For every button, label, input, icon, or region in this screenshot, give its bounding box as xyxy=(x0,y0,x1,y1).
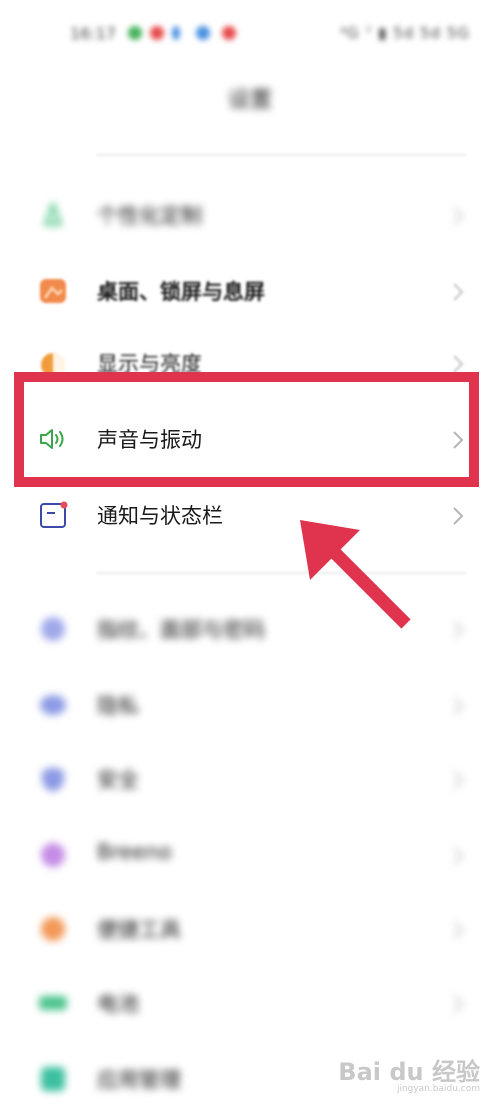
settings-item-battery[interactable]: 电池 xyxy=(0,974,500,1034)
sound-icon xyxy=(40,429,64,449)
settings-item-label: 电池 xyxy=(97,992,139,1016)
privacy-icon xyxy=(40,695,66,715)
settings-item-breeno[interactable]: Breeno xyxy=(0,826,500,886)
status-time: 16:17 xyxy=(70,24,117,43)
chevron-right-icon xyxy=(453,771,464,789)
section-divider xyxy=(96,154,466,156)
settings-item-tools[interactable]: 便捷工具 xyxy=(0,900,500,960)
notification-icon xyxy=(40,501,68,528)
settings-item-label: 安全 xyxy=(97,768,139,792)
chevron-right-icon xyxy=(453,355,464,373)
tools-icon xyxy=(41,917,65,941)
settings-item-notifications[interactable]: 通知与状态栏 xyxy=(0,486,500,546)
app-notification-icon xyxy=(196,26,210,40)
wallpaper-icon xyxy=(40,279,66,303)
settings-item-label: 桌面、锁屏与息屏 xyxy=(97,280,265,304)
chevron-right-icon xyxy=(453,921,464,939)
settings-item-label: 显示与亮度 xyxy=(97,352,202,376)
app-notification-icon xyxy=(128,26,142,40)
chevron-right-icon xyxy=(453,207,464,225)
page-title: 设置 xyxy=(227,88,272,113)
battery-icon xyxy=(39,996,67,1010)
settings-item-label: 应用管理 xyxy=(97,1068,181,1092)
settings-item-sound[interactable]: 声音与振动 xyxy=(0,410,500,470)
fingerprint-icon xyxy=(41,617,65,641)
settings-item-label: 个性化定制 xyxy=(97,204,202,228)
settings-item-label: 声音与振动 xyxy=(97,428,202,452)
chevron-right-icon xyxy=(453,507,464,525)
settings-item-label: 便捷工具 xyxy=(97,918,181,942)
settings-item-wallpaper[interactable]: 桌面、锁屏与息屏 xyxy=(0,262,500,322)
watermark: Bai du 经验 jingyan.baidu.com xyxy=(338,1057,480,1095)
watermark-logo: Bai du 经验 xyxy=(338,1057,480,1086)
chevron-right-icon xyxy=(453,431,464,449)
chevron-right-icon xyxy=(453,283,464,301)
status-indicators: ⁴G ⁷ ▮ 5d 5d 5G xyxy=(339,24,470,42)
pointer-arrow-icon xyxy=(300,520,411,629)
personalize-icon xyxy=(43,200,63,226)
settings-item-label: Breeno xyxy=(97,840,172,864)
settings-item-fingerprint[interactable]: 指纹、面部与密码 xyxy=(0,600,500,660)
settings-item-display[interactable]: 显示与亮度 xyxy=(0,334,500,394)
settings-item-label: 指纹、面部与密码 xyxy=(97,618,265,642)
status-bar: 16:17 ⁴G ⁷ ▮ 5d 5d 5G xyxy=(0,14,500,54)
chevron-right-icon xyxy=(453,621,464,639)
apps-icon xyxy=(41,1067,65,1091)
app-notification-icon xyxy=(150,26,164,40)
chevron-right-icon xyxy=(453,847,464,865)
watermark-url: jingyan.baidu.com xyxy=(396,1084,480,1095)
settings-item-personalize[interactable]: 个性化定制 xyxy=(0,186,500,246)
settings-item-label: 隐私 xyxy=(97,694,139,718)
chevron-right-icon xyxy=(453,995,464,1013)
app-notification-icon xyxy=(222,26,236,40)
display-icon xyxy=(41,353,65,377)
security-icon xyxy=(42,767,64,792)
app-notification-icon xyxy=(172,26,180,40)
settings-item-label: 通知与状态栏 xyxy=(97,504,223,528)
chevron-right-icon xyxy=(453,697,464,715)
settings-item-security[interactable]: 安全 xyxy=(0,750,500,810)
settings-item-privacy[interactable]: 隐私 xyxy=(0,676,500,736)
breeno-icon xyxy=(41,843,65,867)
